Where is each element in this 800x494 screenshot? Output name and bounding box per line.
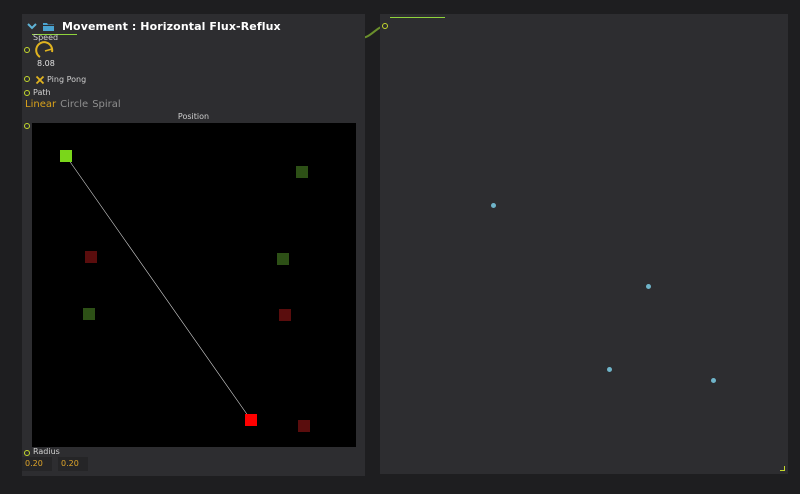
- ghost-point-red: [279, 309, 291, 321]
- viewer-panel: [380, 14, 788, 474]
- pingpong-toggle-icon[interactable]: [35, 75, 45, 85]
- position-label: Position: [177, 112, 210, 121]
- position-canvas[interactable]: [32, 123, 356, 447]
- radius-y-field[interactable]: 0.20: [58, 457, 88, 471]
- speed-knob[interactable]: [35, 41, 55, 61]
- position-port[interactable]: [24, 123, 30, 129]
- folder-icon[interactable]: [42, 21, 55, 32]
- radius-x-field[interactable]: 0.20: [22, 457, 52, 471]
- path-options: Linear Circle Spiral: [25, 99, 121, 110]
- particle-dot: [607, 367, 612, 372]
- chevron-down-icon[interactable]: [26, 20, 38, 32]
- radius-port[interactable]: [24, 450, 30, 456]
- speed-port[interactable]: [24, 47, 30, 53]
- viewer-header-line: [390, 17, 445, 18]
- pingpong-port[interactable]: [24, 76, 30, 82]
- ghost-point-red: [298, 420, 310, 432]
- particle-dot: [646, 284, 651, 289]
- pingpong-label: Ping Pong: [47, 75, 87, 84]
- movement-node-panel: Movement : Horizontal Flux-Reflux Speed …: [22, 14, 365, 476]
- ghost-point-red: [85, 251, 97, 263]
- node-header: Movement : Horizontal Flux-Reflux: [26, 18, 281, 34]
- viewer-input-port[interactable]: [382, 23, 388, 29]
- path-option-circle[interactable]: Circle: [60, 99, 88, 110]
- path-option-spiral[interactable]: Spiral: [92, 99, 121, 110]
- node-title: Movement : Horizontal Flux-Reflux: [62, 19, 281, 33]
- ghost-point-green: [277, 253, 289, 265]
- ghost-point-green: [83, 308, 95, 320]
- path-option-linear[interactable]: Linear: [25, 99, 56, 110]
- start-point-handle[interactable]: [60, 150, 72, 162]
- particle-dot: [711, 378, 716, 383]
- speed-value: 8.08: [37, 59, 55, 68]
- ghost-point-green: [296, 166, 308, 178]
- end-point-handle[interactable]: [245, 414, 257, 426]
- particle-dot: [491, 203, 496, 208]
- path-label: Path: [33, 88, 51, 97]
- radius-label: Radius: [33, 447, 60, 456]
- path-port[interactable]: [24, 90, 30, 96]
- resize-handle[interactable]: [780, 466, 785, 471]
